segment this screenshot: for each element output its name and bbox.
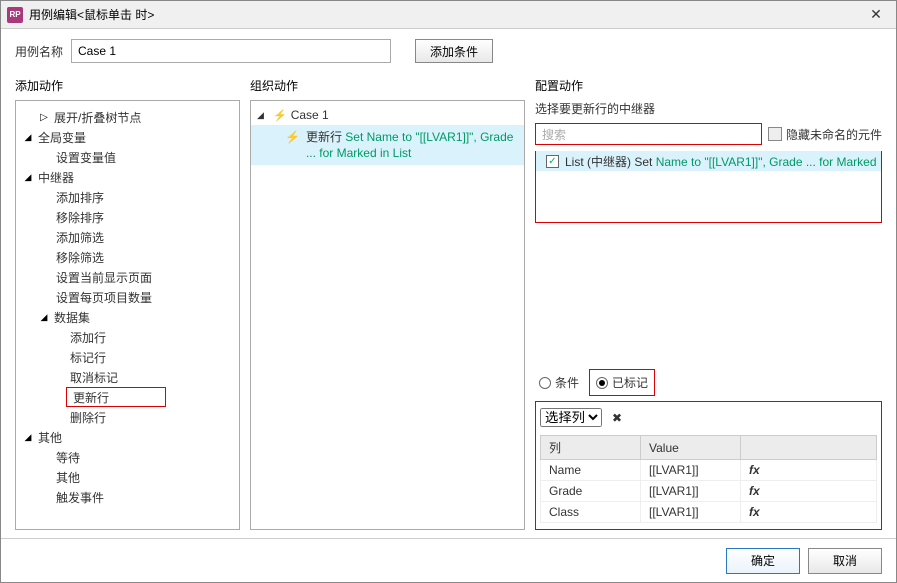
repeater-list-text: List (中继器) Set Name to "[[LVAR1]]", Grad… xyxy=(565,153,877,170)
tree-global-var[interactable]: 全局变量 xyxy=(16,127,239,147)
tree-add-row[interactable]: 添加行 xyxy=(16,327,239,347)
fx-button[interactable]: fx xyxy=(741,481,877,502)
radio-condition[interactable]: 条件 xyxy=(539,374,579,391)
window-title: 用例编辑<鼠标单击 时> xyxy=(29,6,862,23)
th-value: Value xyxy=(641,436,741,460)
action-tree-panel: 展开/折叠树节点 全局变量 设置变量值 中继器 添加排序 移除排序 添加筛选 移… xyxy=(15,100,240,530)
tree-set-var[interactable]: 设置变量值 xyxy=(16,147,239,167)
radio-icon xyxy=(539,377,551,389)
columns-table: 列 Value Name [[LVAR1]] fx xyxy=(540,435,877,523)
table-row[interactable]: Name [[LVAR1]] fx xyxy=(541,460,877,481)
cfg-action-header: 配置动作 xyxy=(535,73,882,100)
tree-other[interactable]: 其他 xyxy=(16,427,239,447)
add-condition-button[interactable]: 添加条件 xyxy=(415,39,493,63)
fx-button[interactable]: fx xyxy=(741,502,877,523)
repeater-search-input[interactable]: 搜索 xyxy=(535,123,762,145)
lightning-icon: ⚡ xyxy=(273,109,287,122)
th-fx xyxy=(741,436,877,460)
org-case-label: Case 1 xyxy=(291,108,329,122)
select-repeater-label: 选择要更新行的中继器 xyxy=(535,100,882,117)
cfg-panel: 选择要更新行的中继器 搜索 隐藏未命名的元件 List (中继器) Set Na… xyxy=(535,100,882,530)
bolt-icon: ⚡ xyxy=(285,130,300,144)
tree-delete-row[interactable]: 删除行 xyxy=(16,407,239,427)
repeater-list: List (中继器) Set Name to "[[LVAR1]]", Grad… xyxy=(535,151,882,223)
select-column-dropdown[interactable]: 选择列 xyxy=(540,408,602,427)
tree-trigger-event[interactable]: 触发事件 xyxy=(16,487,239,507)
radio-checked-icon xyxy=(596,377,608,389)
repeater-list-item[interactable]: List (中继器) Set Name to "[[LVAR1]]", Grad… xyxy=(536,151,881,171)
org-case-row[interactable]: ◢ ⚡ Case 1 xyxy=(251,105,524,125)
tree-wait[interactable]: 等待 xyxy=(16,447,239,467)
org-action-header: 组织动作 xyxy=(250,73,525,100)
table-row[interactable]: Grade [[LVAR1]] fx xyxy=(541,481,877,502)
th-col: 列 xyxy=(541,436,641,460)
fx-button[interactable]: fx xyxy=(741,460,877,481)
case-name-input[interactable] xyxy=(71,39,391,63)
radio-marked[interactable]: 已标记 xyxy=(596,374,648,391)
close-icon[interactable]: ✕ xyxy=(862,5,890,25)
tree-remove-sort[interactable]: 移除排序 xyxy=(16,207,239,227)
hide-unnamed-checkbox[interactable]: 隐藏未命名的元件 xyxy=(768,126,882,143)
tree-dataset[interactable]: 数据集 xyxy=(16,307,239,327)
titlebar: RP 用例编辑<鼠标单击 时> ✕ xyxy=(1,1,896,29)
tree-remove-filter[interactable]: 移除筛选 xyxy=(16,247,239,267)
table-row[interactable]: Class [[LVAR1]] fx xyxy=(541,502,877,523)
tree-expand-collapse[interactable]: 展开/折叠树节点 xyxy=(16,107,239,127)
tree-set-items-per-page[interactable]: 设置每页项目数量 xyxy=(16,287,239,307)
tree-other2[interactable]: 其他 xyxy=(16,467,239,487)
app-icon: RP xyxy=(7,7,23,23)
checked-icon[interactable] xyxy=(546,155,559,168)
org-panel: ◢ ⚡ Case 1 ⚡ 更新行 Set Name to "[[LVAR1]]"… xyxy=(250,100,525,530)
ok-button[interactable]: 确定 xyxy=(726,548,800,574)
delete-icon[interactable]: ✖ xyxy=(612,411,622,425)
tree-mark-row[interactable]: 标记行 xyxy=(16,347,239,367)
tree-set-current-page[interactable]: 设置当前显示页面 xyxy=(16,267,239,287)
org-action-row[interactable]: ⚡ 更新行 Set Name to "[[LVAR1]]", Grade ...… xyxy=(251,125,524,165)
tree-unmark-row[interactable]: 取消标记 xyxy=(16,367,239,387)
add-action-header: 添加动作 xyxy=(15,73,240,100)
checkbox-icon xyxy=(768,127,782,141)
org-action-text: 更新行 Set Name to "[[LVAR1]]", Grade ... f… xyxy=(306,129,520,161)
cancel-button[interactable]: 取消 xyxy=(808,548,882,574)
tree-add-filter[interactable]: 添加筛选 xyxy=(16,227,239,247)
case-name-label: 用例名称 xyxy=(15,43,63,60)
tree-repeater[interactable]: 中继器 xyxy=(16,167,239,187)
tree-update-row[interactable]: 更新行 xyxy=(66,387,166,407)
tree-add-sort[interactable]: 添加排序 xyxy=(16,187,239,207)
